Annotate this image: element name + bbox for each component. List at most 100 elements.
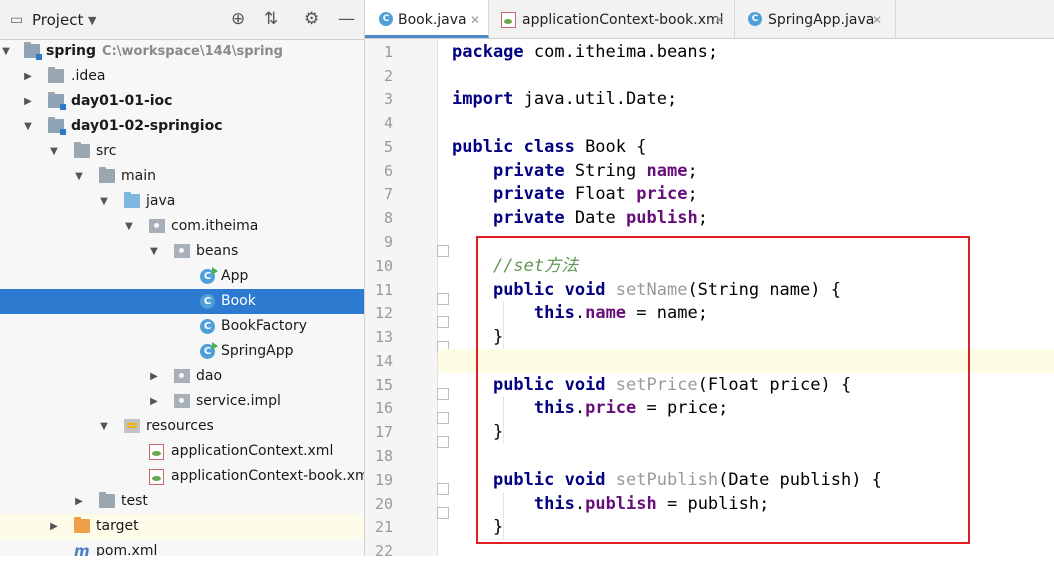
code-line-3: import java.util.Date; — [452, 89, 678, 109]
tree-item-applicationcontext-xml[interactable]: applicationContext.xml — [0, 439, 364, 464]
minimize-icon[interactable]: — — [338, 9, 355, 29]
chevron-down-icon[interactable]: ▼ — [88, 14, 96, 27]
chevron-right-icon[interactable]: ▶ — [22, 89, 34, 114]
tree-item-label: target — [96, 518, 139, 534]
chevron-down-icon[interactable]: ▼ — [148, 239, 160, 264]
line-number: 22 — [374, 542, 393, 560]
resources-folder-icon — [124, 419, 140, 433]
tab-label: SpringApp.java — [768, 12, 875, 28]
tree-item-dao[interactable]: ▶ dao — [0, 364, 364, 389]
package-icon — [174, 369, 190, 383]
module-icon — [24, 42, 42, 60]
tree-item-label: beans — [196, 243, 239, 259]
tree-item-service-impl[interactable]: ▶ service.impl — [0, 389, 364, 414]
tab-label: Book.java — [398, 12, 467, 28]
tree-item-label: spring C:\workspace\144\spring — [46, 43, 283, 59]
code-line-6: private String name; — [492, 161, 698, 181]
class-icon: C — [200, 319, 215, 334]
chevron-right-icon[interactable]: ▶ — [148, 364, 160, 389]
class-icon: C — [379, 12, 393, 26]
tree-item-target[interactable]: ▶ target — [0, 514, 364, 539]
tree-item-bookfactory[interactable]: C BookFactory — [0, 314, 364, 339]
chevron-down-icon[interactable]: ▼ — [98, 189, 110, 214]
tree-item-day01-02-springioc[interactable]: ▼ day01-02-springioc — [0, 114, 364, 139]
line-number: 19 — [374, 471, 393, 489]
close-icon[interactable]: ✕ — [714, 0, 724, 40]
chevron-down-icon[interactable]: ▼ — [98, 414, 110, 439]
tree-item-beans[interactable]: ▼ beans — [0, 239, 364, 264]
tree-item-test[interactable]: ▶ test — [0, 489, 364, 514]
tree-item-pom-xml[interactable]: m pom.xml — [0, 539, 364, 556]
code-line-7: private Float price; — [492, 184, 698, 204]
line-number: 7 — [383, 185, 393, 203]
tree-item-label: src — [96, 143, 117, 159]
code-line-8: private Date publish; — [492, 208, 708, 228]
line-number: 13 — [374, 328, 393, 346]
line-number: 4 — [383, 114, 393, 132]
chevron-right-icon[interactable]: ▶ — [48, 514, 60, 539]
class-icon: C — [200, 294, 215, 309]
tree-item-src[interactable]: ▼ src — [0, 139, 364, 164]
tree-item-spring[interactable]: ▼ spring C:\workspace\144\spring — [0, 39, 364, 64]
source-folder-icon — [124, 192, 140, 208]
tree-item-label: main — [121, 168, 156, 184]
line-number: 9 — [383, 233, 393, 251]
line-number: 15 — [374, 376, 393, 394]
close-icon[interactable]: ✕ — [470, 0, 480, 40]
tree-item-label: dao — [196, 368, 223, 384]
chevron-down-icon[interactable]: ▼ — [0, 39, 12, 64]
folder-icon — [48, 67, 64, 83]
line-number: 14 — [374, 352, 393, 370]
chevron-down-icon[interactable]: ▼ — [73, 164, 85, 189]
editor-tabs: C Book.java ✕ applicationContext-book.xm… — [365, 0, 1054, 39]
line-number-gutter[interactable]: 1 2 3 4 5 6 7 8 9 10 11 12 13 14 15 16 1… — [365, 39, 438, 560]
tree-item-com-itheima[interactable]: ▼ com.itheima — [0, 214, 364, 239]
project-view-icon: ▭ — [10, 12, 24, 28]
annotation-highlight-box — [476, 236, 970, 544]
line-number: 11 — [374, 281, 393, 299]
tree-item-java[interactable]: ▼ java — [0, 189, 364, 214]
tree-item-app[interactable]: C App — [0, 264, 364, 289]
folder-icon — [99, 492, 115, 508]
tree-item-label: test — [121, 493, 148, 509]
line-number: 20 — [374, 495, 393, 513]
tree-item-label: day01-02-springioc — [71, 118, 223, 134]
maven-icon: m — [74, 542, 90, 557]
tree-item-day01-01-ioc[interactable]: ▶ day01-01-ioc — [0, 89, 364, 114]
tree-item-springapp[interactable]: C SpringApp — [0, 339, 364, 364]
tree-item-label: applicationContext-book.xml — [171, 468, 365, 484]
line-number: 2 — [383, 67, 393, 85]
tree-item-book[interactable]: C Book — [0, 289, 364, 314]
tab-springapp-java[interactable]: C SpringApp.java ✕ — [735, 0, 896, 38]
chevron-down-icon[interactable]: ▼ — [48, 139, 60, 164]
tab-applicationcontext-book-xml[interactable]: applicationContext-book.xml ✕ — [489, 0, 735, 38]
chevron-right-icon[interactable]: ▶ — [73, 489, 85, 514]
tree-item-label: SpringApp — [221, 343, 294, 359]
gear-icon[interactable]: ⚙ — [304, 9, 319, 29]
tree-item-label: .idea — [71, 68, 106, 84]
tab-label: applicationContext-book.xml — [522, 12, 724, 28]
chevron-right-icon[interactable]: ▶ — [148, 389, 160, 414]
package-icon — [149, 219, 165, 233]
tree-item-resources[interactable]: ▼ resources — [0, 414, 364, 439]
chevron-down-icon[interactable]: ▼ — [22, 114, 34, 139]
package-icon — [174, 244, 190, 258]
tree-item-label: BookFactory — [221, 318, 307, 334]
tree-item-idea[interactable]: ▶ .idea — [0, 64, 364, 89]
chevron-down-icon[interactable]: ▼ — [123, 214, 135, 239]
tree-item-main[interactable]: ▼ main — [0, 164, 364, 189]
crosshair-icon[interactable]: ⊕ — [231, 9, 245, 29]
tab-book-java[interactable]: C Book.java ✕ — [365, 0, 489, 38]
project-path: C:\workspace\144\spring — [102, 44, 283, 59]
chevron-right-icon[interactable]: ▶ — [22, 64, 34, 89]
collapse-icon[interactable]: ⇅ — [264, 9, 278, 29]
tree-item-applicationcontext-book-xml[interactable]: applicationContext-book.xml — [0, 464, 364, 489]
tree-item-label: resources — [146, 418, 214, 434]
project-panel-title[interactable]: Project — [32, 11, 83, 29]
folder-icon — [74, 142, 90, 158]
tree-item-label: com.itheima — [171, 218, 259, 234]
line-number: 21 — [374, 518, 393, 536]
close-icon[interactable]: ✕ — [872, 0, 882, 40]
code-line-1: package com.itheima.beans; — [452, 42, 719, 62]
excluded-folder-icon — [74, 517, 90, 533]
